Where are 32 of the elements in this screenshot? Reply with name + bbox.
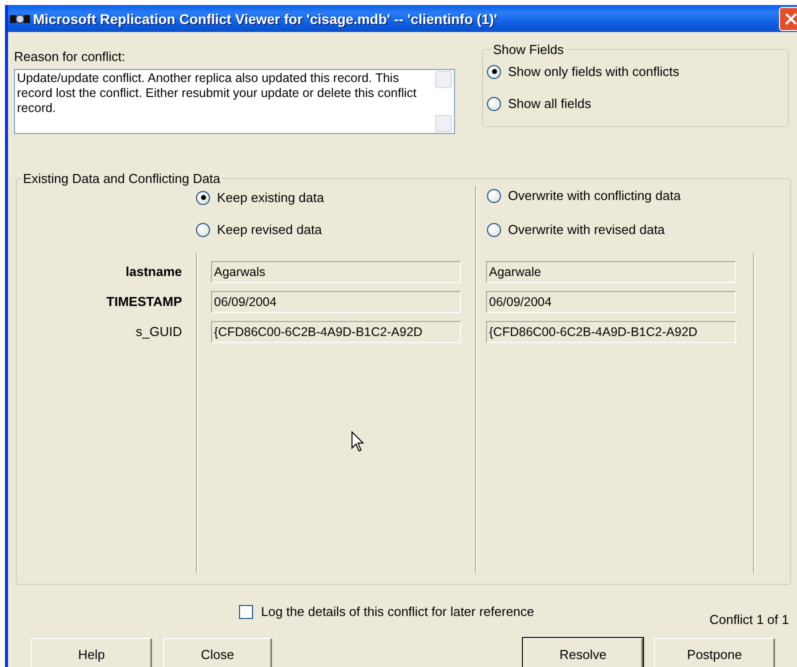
- radio-button[interactable]: Show only fields with conflicts: [487, 64, 680, 79]
- log-checkbox[interactable]: Log the details of this conflict for later reference: [239, 604, 534, 619]
- group-title: Show Fields: [492, 42, 565, 57]
- radio-button[interactable]: Overwrite with revised data: [487, 222, 665, 237]
- radio-button[interactable]: Show all fields: [487, 96, 592, 111]
- scroll-bar[interactable]: [435, 70, 454, 133]
- existing-value-field[interactable]: {CFD86C00-6C2B-4A9D-B1C2-A92D: [211, 321, 461, 343]
- conflicting-value-field[interactable]: {CFD86C00-6C2B-4A9D-B1C2-A92D: [486, 321, 736, 343]
- dialog-button[interactable]: Postpone: [654, 638, 775, 667]
- close-button[interactable]: [779, 7, 797, 31]
- window-title: Microsoft Replication Conflict Viewer for 'cisage.mdb' -- 'clientinfo (1)': [33, 10, 498, 26]
- field-name: TIMESTAMP: [105, 293, 182, 311]
- replication-icon: [10, 12, 30, 26]
- existing-value-field[interactable]: 06/09/2004: [211, 291, 461, 313]
- dialog-button[interactable]: Close: [163, 638, 272, 667]
- conflicting-value-field[interactable]: 06/09/2004: [486, 291, 736, 313]
- conflicting-value-field[interactable]: Agarwale: [486, 261, 736, 283]
- field-name: s_GUID: [134, 323, 182, 341]
- close-icon: [785, 13, 797, 25]
- dialog-button[interactable]: Resolve: [523, 638, 643, 667]
- radio-button[interactable]: Keep existing data: [196, 190, 324, 205]
- mouse-pointer-icon: [351, 431, 364, 452]
- reason-text: Update/update conflict. Another replica also updated this record. This record lost the conflict. Either resubmit your update or delete this conflict record.: [16, 70, 418, 117]
- conflict-counter: Conflict 1 of 1: [710, 612, 789, 627]
- radio-button[interactable]: Overwrite with conflicting data: [487, 188, 681, 203]
- group-title: Existing Data and Conflicting Data: [22, 171, 222, 186]
- dialog-button[interactable]: Help: [31, 638, 152, 667]
- reason-text-area[interactable]: Update/update conflict. Another replica also updated this record. This record lost the conflict. Either resubmit your update or delete this conflict record.: [14, 69, 455, 134]
- field-name: lastname: [124, 263, 182, 281]
- reason-label: Reason for conflict:: [14, 49, 126, 64]
- radio-button[interactable]: Keep revised data: [196, 222, 322, 237]
- existing-value-field[interactable]: Agarwals: [211, 261, 461, 283]
